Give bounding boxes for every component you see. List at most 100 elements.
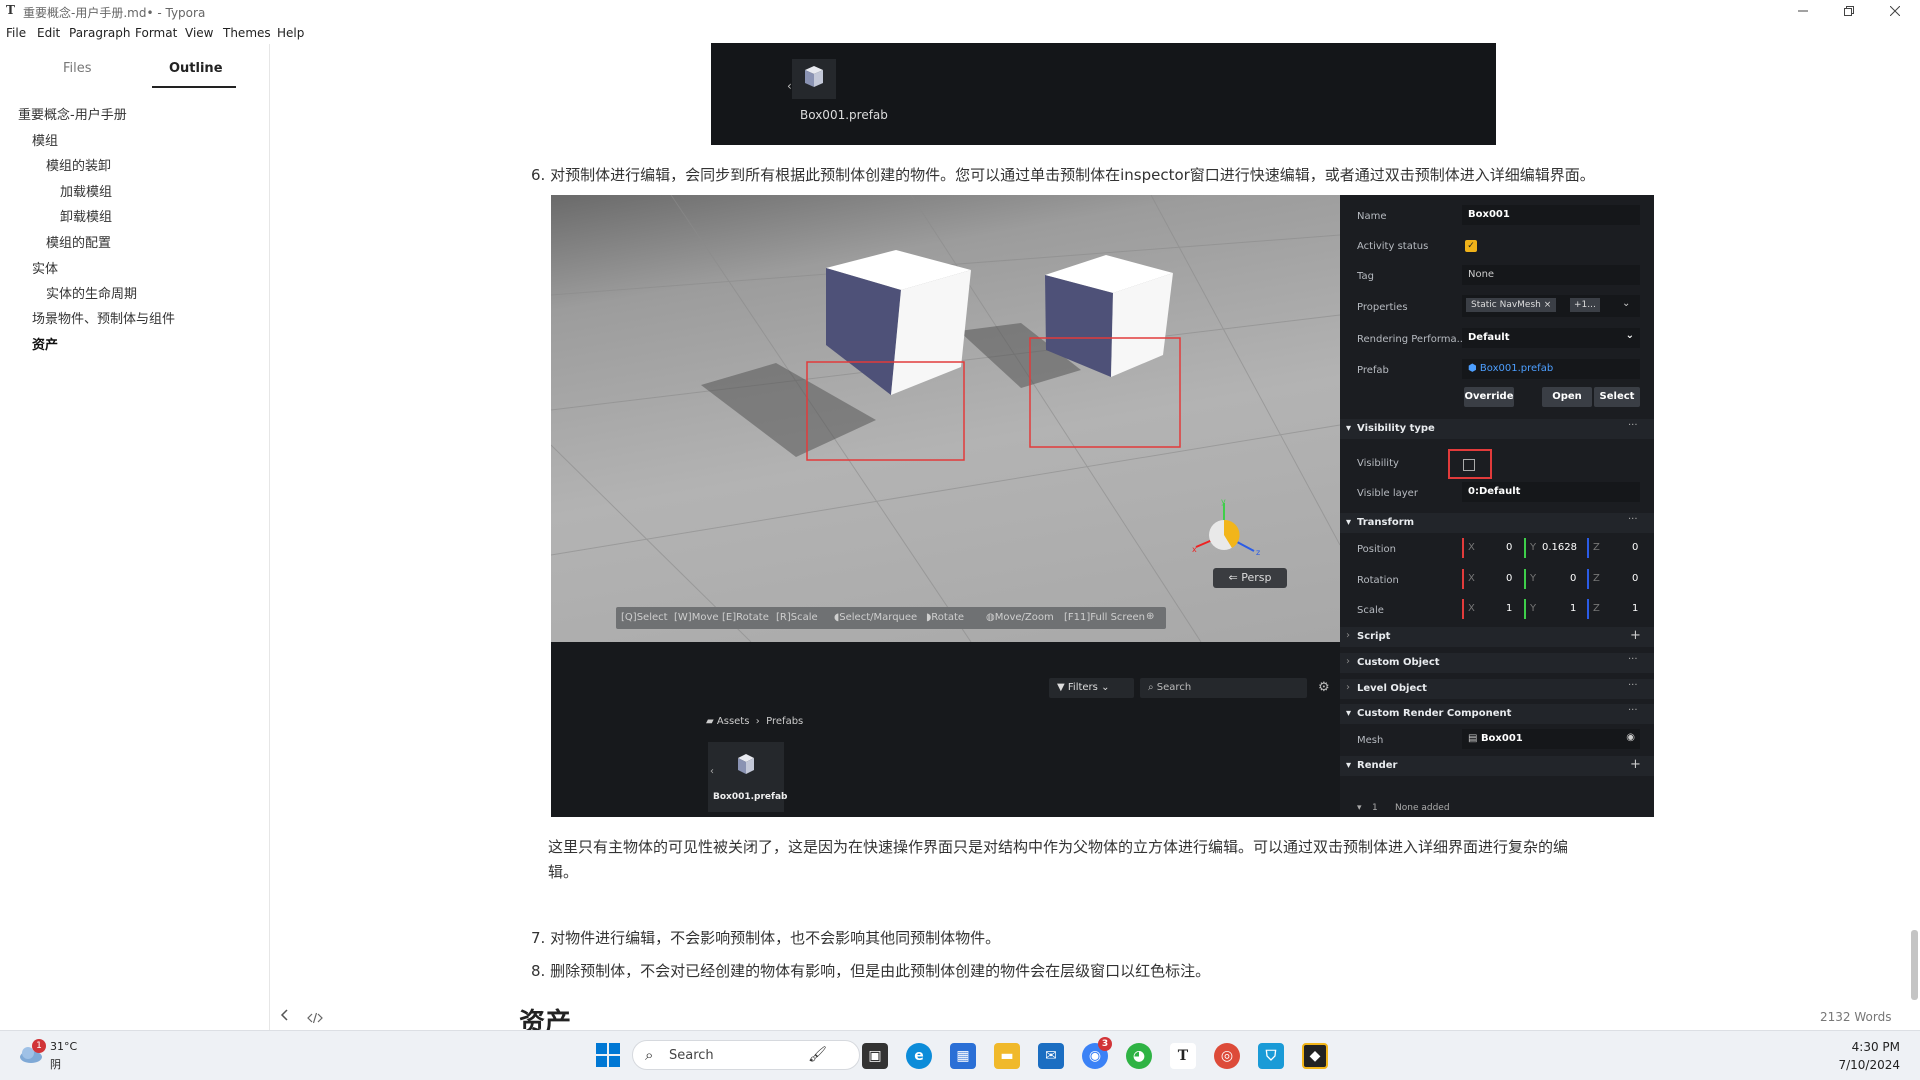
tool-orbit-rotate[interactable]: ◗Rotate	[926, 612, 964, 623]
select-button[interactable]: Select	[1594, 387, 1640, 407]
tool-move[interactable]: [W]Move	[674, 612, 719, 623]
tag-label: Tag	[1357, 271, 1374, 282]
section-custom-object[interactable]: › Custom Object ···	[1340, 653, 1654, 673]
word-count[interactable]: 2132 Words	[1820, 1010, 1891, 1024]
menu-edit[interactable]: Edit	[37, 26, 60, 40]
tool-rotate[interactable]: [E]Rotate	[722, 612, 769, 623]
menu-view[interactable]: View	[185, 26, 213, 40]
rotation-fields[interactable]: X 0 Y 0 Z 0	[1462, 569, 1640, 589]
clock-time[interactable]: 4:30 PM	[1840, 1040, 1900, 1054]
tool-select[interactable]: [Q]Select	[621, 612, 668, 623]
outline-item[interactable]: 卸载模组	[60, 206, 112, 225]
menu-format[interactable]: Format	[135, 26, 177, 40]
asset-breadcrumb: ▰ Assets › Prefabs	[706, 716, 804, 727]
visibility-checkbox[interactable]	[1463, 459, 1475, 471]
settings-gear-icon[interactable]: ⚙	[1318, 680, 1330, 695]
tool-select-marquee[interactable]: ◖Select/Marquee	[834, 612, 917, 623]
properties-field[interactable]: Static NavMesh × +1... ⌄	[1462, 295, 1640, 317]
outline-item[interactable]: 模组	[32, 130, 58, 149]
position-fields[interactable]: X 0 Y 0.1628 Z 0	[1462, 538, 1640, 558]
taskbar: 1 31°C 阴 ⌕ Search 🖌 ▣ e ▦ ▬ ✉ ◉ 3 ◕ T ◎ …	[0, 1030, 1920, 1080]
name-field[interactable]: Box001	[1462, 205, 1640, 225]
section-level-object[interactable]: › Level Object ···	[1340, 679, 1654, 699]
app-shield-icon[interactable]: ⛉	[1258, 1043, 1284, 1069]
outline-item[interactable]: 场景物件、预制体与组件	[32, 308, 175, 327]
more-icon: ···	[1628, 680, 1638, 691]
persp-button[interactable]: ⇐ Persp	[1213, 568, 1287, 588]
activity-status-label: Activity status	[1357, 241, 1429, 252]
weather-temp: 31°C	[50, 1040, 78, 1053]
gizmo-settings-icon[interactable]: ⊕	[1146, 611, 1154, 622]
list-item-7: 7. 对物件进行编辑，不会影响预制体，也不会影响其他同预制体物件。	[531, 929, 1001, 947]
asset-search-input[interactable]: ⌕ Search	[1140, 678, 1307, 698]
target-icon: ◉	[1626, 732, 1635, 743]
render-perf-select[interactable]: Default ⌄	[1462, 328, 1640, 348]
section-render[interactable]: ▾ Render +	[1340, 756, 1654, 776]
mail-icon[interactable]: ✉	[1038, 1043, 1064, 1069]
close-button[interactable]	[1872, 0, 1918, 22]
section-visibility-type[interactable]: ▾ Visibility type ···	[1340, 419, 1654, 439]
chat-icon[interactable]: ◉ 3	[1082, 1037, 1112, 1069]
visible-layer-field[interactable]: 0:Default	[1462, 482, 1640, 502]
menu-file[interactable]: File	[6, 26, 26, 40]
asset-label: Box001.prefab	[800, 108, 888, 122]
tool-scale[interactable]: [R]Scale	[776, 612, 818, 623]
outline-item[interactable]: 模组的装卸	[46, 155, 111, 174]
edge-icon[interactable]: e	[906, 1043, 932, 1069]
menu-themes[interactable]: Themes	[223, 26, 271, 40]
open-button[interactable]: Open	[1542, 387, 1592, 407]
scale-fields[interactable]: X 1 Y 1 Z 1	[1462, 599, 1640, 619]
minimize-button[interactable]	[1780, 0, 1826, 22]
taskbar-search-input[interactable]: ⌕ Search 🖌	[632, 1040, 860, 1070]
outline-item[interactable]: 加载模组	[60, 181, 112, 200]
paragraph-caption-cont: 辑。	[548, 863, 579, 881]
asset-panel-screenshot: ‹ Box001.prefab	[711, 43, 1496, 145]
menu-bar: File Edit Paragraph Format View Themes H…	[0, 22, 304, 44]
activity-status-checkbox[interactable]: ✓	[1465, 240, 1477, 252]
expand-icon: ▾	[1346, 423, 1352, 434]
weather-condition: 阴	[50, 1058, 61, 1071]
tag-field[interactable]: None	[1462, 265, 1640, 285]
tab-files[interactable]: Files	[63, 61, 92, 76]
chevron-down-icon: ⌄	[1622, 298, 1631, 309]
filters-button[interactable]: ▼ Filters ⌄	[1049, 678, 1134, 698]
store-icon[interactable]: ▦	[950, 1043, 976, 1069]
tab-outline[interactable]: Outline	[169, 61, 223, 76]
chevron-left-icon: ‹	[710, 766, 714, 777]
tool-move-zoom[interactable]: ◍Move/Zoom	[986, 612, 1054, 623]
section-custom-render[interactable]: ▾ Custom Render Component ···	[1340, 704, 1654, 724]
property-more-chip: +1...	[1570, 298, 1600, 312]
menu-paragraph[interactable]: Paragraph	[69, 26, 130, 40]
outline-item[interactable]: 重要概念-用户手册	[18, 104, 127, 123]
clock-date[interactable]: 7/10/2024	[1830, 1058, 1900, 1072]
source-code-mode-button[interactable]	[307, 1009, 323, 1028]
section-script[interactable]: › Script +	[1340, 627, 1654, 647]
chrome-icon[interactable]: ◎	[1214, 1043, 1240, 1069]
outline-item[interactable]: 实体	[32, 258, 58, 277]
prefab-field[interactable]: ⬢ Box001.prefab	[1462, 359, 1640, 379]
section-transform[interactable]: ▾ Transform ···	[1340, 513, 1654, 533]
outline-item-active[interactable]: 资产	[32, 334, 58, 353]
asset-tile[interactable]: ‹ Box001.prefab	[708, 742, 787, 812]
outline-item[interactable]: 模组的配置	[46, 232, 111, 251]
restore-button[interactable]	[1826, 0, 1872, 22]
task-view-icon[interactable]: ▣	[862, 1043, 888, 1069]
start-button[interactable]	[596, 1043, 620, 1071]
wechat-icon[interactable]: ◕	[1126, 1043, 1152, 1069]
collapse-sidebar-button[interactable]	[280, 1009, 290, 1025]
typora-icon[interactable]: T	[1170, 1043, 1196, 1069]
menu-help[interactable]: Help	[277, 26, 304, 40]
persp-label: Persp	[1241, 571, 1272, 584]
editor-app-icon[interactable]: ◆	[1302, 1043, 1328, 1069]
expand-icon: ▾	[1346, 708, 1352, 719]
mesh-field[interactable]: ▤ Box001 ◉	[1462, 729, 1640, 749]
outline-item[interactable]: 实体的生命周期	[46, 283, 137, 302]
heading-assets: 资产	[519, 1008, 572, 1030]
scrollbar-thumb[interactable]	[1911, 930, 1918, 1000]
override-button[interactable]: Override	[1464, 387, 1514, 407]
sidebar: Files Outline 重要概念-用户手册 模组 模组的装卸 加载模组 卸载…	[0, 44, 323, 1030]
tool-full-screen[interactable]: [F11]Full Screen	[1064, 612, 1145, 623]
file-explorer-icon[interactable]: ▬	[994, 1043, 1020, 1069]
viewport-toolbar: [Q]Select [W]Move [E]Rotate [R]Scale ◖Se…	[616, 607, 1166, 629]
weather-widget[interactable]: 1	[16, 1039, 46, 1069]
